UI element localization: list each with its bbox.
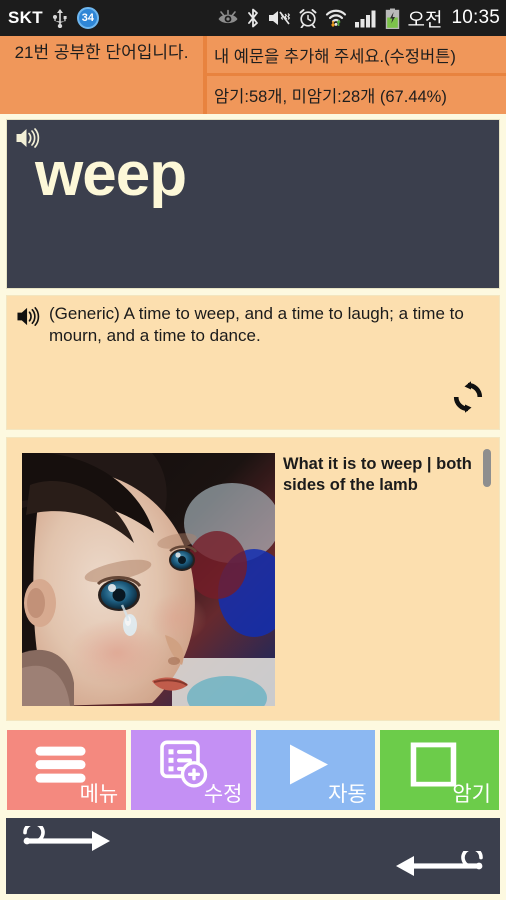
clock-label: 10:35 (451, 7, 500, 28)
battery-charging-icon (385, 8, 400, 29)
add-example-hint-label: 내 예문을 추가해 주세요.(수정버튼) (214, 47, 456, 66)
usb-icon (52, 8, 68, 28)
example-sentence: (Generic) A time to weep, and a time to … (49, 304, 464, 346)
study-count-panel[interactable]: 21번 공부한 단어입니다. (0, 36, 203, 114)
word-panel[interactable]: weep (6, 119, 500, 289)
scrollbar-thumb[interactable] (483, 449, 491, 487)
auto-button[interactable]: 자동 (255, 730, 375, 810)
alarm-clock-icon (298, 8, 318, 28)
eye-icon (217, 9, 239, 27)
memorize-button[interactable]: 암기 (379, 730, 499, 810)
carrier-label: SKT (8, 8, 43, 27)
arrow-right-circle-icon[interactable] (14, 821, 114, 861)
add-example-hint-panel[interactable]: 내 예문을 추가해 주세요.(수정버튼) (207, 36, 506, 73)
header-bar: 21번 공부한 단어입니다. 내 예문을 추가해 주세요.(수정버튼) 암기:5… (0, 36, 506, 114)
memorize-stats-label: 암기:58개, 미암기:28개 (67.44%) (214, 88, 447, 106)
study-count-label: 21번 공부한 단어입니다. (14, 43, 189, 62)
action-button-row: 메뉴 수정 자동 암기 (0, 730, 506, 810)
article-card[interactable]: What it is to weep | both sides of the l… (6, 437, 500, 721)
status-bar-left: SKT 34 (8, 7, 99, 29)
edit-button-label: 수정 (203, 783, 243, 806)
edit-add-list-icon (160, 740, 210, 793)
article-thumbnail[interactable] (22, 453, 275, 706)
word-text: weep (35, 140, 187, 209)
menu-button-label: 메뉴 (79, 783, 119, 806)
bluetooth-icon (246, 8, 260, 28)
edit-button[interactable]: 수정 (131, 730, 251, 810)
square-outline-icon (411, 741, 457, 792)
status-bar: SKT 34 오전 10:35 (0, 0, 506, 36)
mute-vibrate-icon (267, 8, 291, 28)
nav-panel (6, 818, 500, 894)
header-right-group: 내 예문을 추가해 주세요.(수정버튼) 암기:58개, 미암기:28개 (67… (207, 36, 506, 114)
notification-count-badge: 34 (76, 7, 99, 29)
arrow-left-circle-icon[interactable] (392, 846, 492, 886)
article-title: What it is to weep | both sides of the l… (283, 455, 472, 495)
status-bar-right: 오전 10:35 (217, 5, 500, 32)
memorize-button-label: 암기 (452, 783, 491, 806)
menu-button[interactable]: 메뉴 (7, 730, 127, 810)
memorize-stats-panel[interactable]: 암기:58개, 미암기:28개 (67.44%) (207, 76, 506, 114)
example-panel: (Generic) A time to weep, and a time to … (6, 295, 500, 430)
play-icon (284, 743, 334, 792)
auto-button-label: 자동 (328, 783, 367, 806)
refresh-icon[interactable] (451, 380, 485, 419)
app-root: SKT 34 오전 10:35 21번 공부한 단어입니다. 내 예문을 추가해… (0, 0, 506, 900)
article-scrollbar[interactable] (483, 442, 495, 716)
signal-bars-icon (354, 9, 378, 28)
speaker-icon[interactable] (16, 305, 41, 333)
wifi-icon (325, 8, 347, 28)
am-pm-label: 오전 (407, 9, 443, 31)
